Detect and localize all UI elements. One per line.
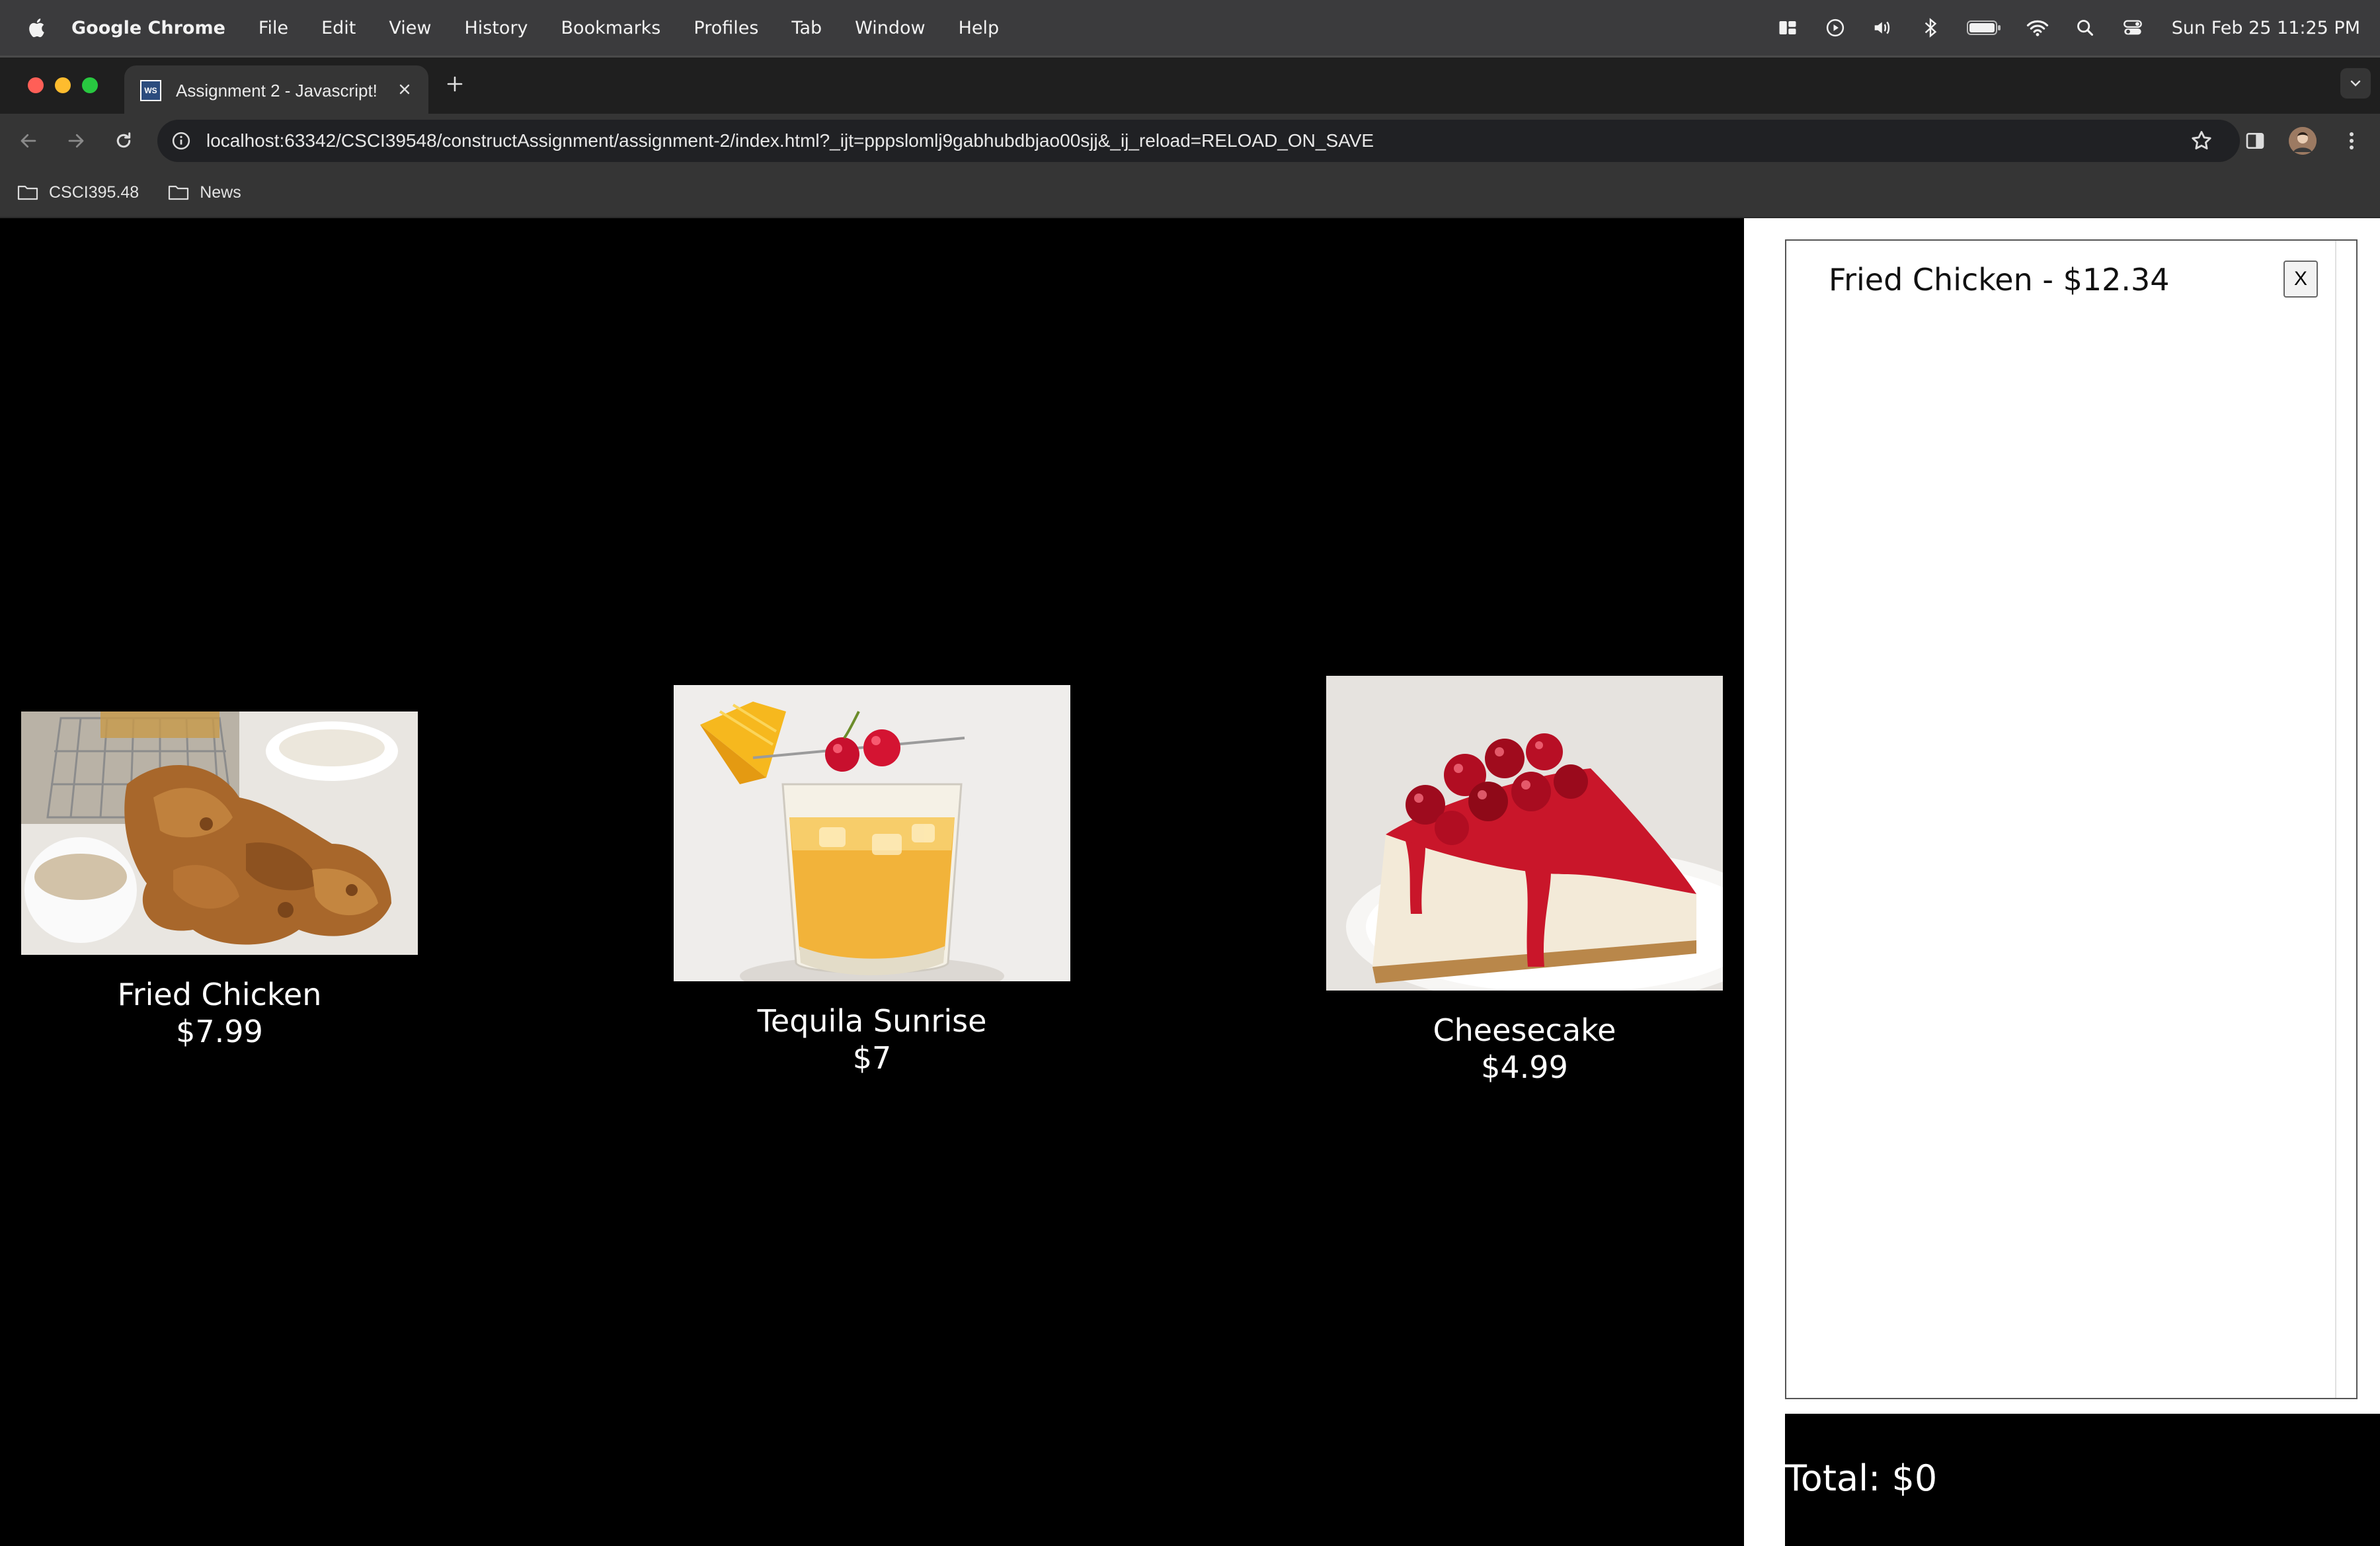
macos-menu-bar: Google Chrome File Edit View History Boo… <box>0 0 2380 56</box>
menu-item-name: Fried Chicken <box>117 977 322 1012</box>
cart-total: Total: $0 <box>1785 1457 1938 1499</box>
tab-title: Assignment 2 - Javascript! <box>176 80 377 101</box>
fried-chicken-image[interactable] <box>21 712 418 955</box>
apple-logo-icon[interactable] <box>26 17 49 39</box>
stage-manager-icon[interactable] <box>1776 17 1799 39</box>
cart-item-label: Fried Chicken - $12.34 <box>1829 262 2170 298</box>
wifi-icon[interactable] <box>2026 17 2049 39</box>
volume-icon[interactable] <box>1872 17 1894 39</box>
chrome-tab-strip: WS Assignment 2 - Javascript! <box>0 56 2380 116</box>
chrome-menu-kebab-icon[interactable] <box>2338 127 2365 155</box>
url-text[interactable]: localhost:63342/CSCI39548/constructAssig… <box>206 130 1374 151</box>
spotlight-search-icon[interactable] <box>2074 17 2096 39</box>
tab-search-chevron-icon[interactable] <box>2340 68 2371 99</box>
tequila-sunrise-image[interactable] <box>674 685 1070 981</box>
tab-close-icon[interactable] <box>394 79 415 100</box>
menu-item-cheesecake[interactable]: Cheesecake $4.99 <box>1326 676 1723 1086</box>
menu-item-tequila-sunrise[interactable]: Tequila Sunrise $7 <box>674 685 1070 1077</box>
folder-icon <box>17 185 38 200</box>
window-controls <box>28 77 109 93</box>
menu-bookmarks[interactable]: Bookmarks <box>561 18 661 38</box>
remove-item-button[interactable]: X <box>2283 261 2318 298</box>
side-panel-icon[interactable] <box>2241 127 2269 155</box>
bookmarks-bar: CSCI395.48 News <box>0 168 2380 218</box>
bluetooth-icon[interactable] <box>1919 17 1942 39</box>
close-window-button[interactable] <box>28 77 44 93</box>
profile-avatar[interactable] <box>2289 127 2317 155</box>
cart-scroll-edge <box>2335 241 2336 1398</box>
menu-item-name: Tequila Sunrise <box>757 1003 987 1039</box>
folder-icon <box>169 185 189 200</box>
menu-item-fried-chicken[interactable]: Fried Chicken $7.99 <box>21 712 418 1050</box>
site-info-icon[interactable] <box>171 130 192 151</box>
cart-total-bar: Total: $0 <box>1785 1414 2380 1546</box>
menu-tab[interactable]: Tab <box>791 18 822 38</box>
reload-icon[interactable] <box>110 127 138 155</box>
browser-tab-active[interactable]: WS Assignment 2 - Javascript! <box>124 65 428 116</box>
minimize-window-button[interactable] <box>55 77 71 93</box>
menu-view[interactable]: View <box>389 18 431 38</box>
forward-arrow-icon[interactable] <box>62 127 90 155</box>
menu-item-price: $4.99 <box>1481 1049 1568 1085</box>
chrome-toolbar: localhost:63342/CSCI39548/constructAssig… <box>0 114 2380 168</box>
menu-item-name: Cheesecake <box>1433 1012 1616 1048</box>
cart-panel: Fried Chicken - $12.34 X Total: $0 <box>1744 218 2380 1546</box>
bookmark-star-icon[interactable] <box>2190 129 2213 153</box>
menubar-clock[interactable]: Sun Feb 25 11:25 PM <box>2172 18 2360 38</box>
page-viewport: Fried Chicken $7.99 Tequila Sunrise $7 C… <box>0 218 2380 1546</box>
menu-file[interactable]: File <box>258 18 288 38</box>
menu-item-price: $7 <box>852 1040 892 1076</box>
bookmark-folder-news[interactable]: News <box>168 183 241 202</box>
menu-history[interactable]: History <box>464 18 528 38</box>
bookmark-folder-csci[interactable]: CSCI395.48 <box>17 183 139 202</box>
cheesecake-image[interactable] <box>1326 676 1723 991</box>
control-center-icon[interactable] <box>2122 17 2144 39</box>
menu-app-name[interactable]: Google Chrome <box>71 18 225 38</box>
webstorm-favicon-icon: WS <box>140 80 161 101</box>
bookmark-label: CSCI395.48 <box>49 183 139 202</box>
zoom-window-button[interactable] <box>82 77 98 93</box>
menu-grid: Fried Chicken $7.99 Tequila Sunrise $7 C… <box>0 218 1744 1546</box>
menu-window[interactable]: Window <box>855 18 925 38</box>
new-tab-plus-icon[interactable] <box>442 71 468 97</box>
battery-icon[interactable] <box>1966 17 2001 39</box>
menu-help[interactable]: Help <box>959 18 1000 38</box>
cart-list: Fried Chicken - $12.34 X <box>1785 239 2358 1399</box>
back-arrow-icon[interactable] <box>15 127 42 155</box>
now-playing-icon[interactable] <box>1824 17 1846 39</box>
bookmark-label: News <box>200 183 241 202</box>
status-area: Sun Feb 25 11:25 PM <box>1751 0 2360 56</box>
menu-profiles[interactable]: Profiles <box>694 18 758 38</box>
address-bar[interactable]: localhost:63342/CSCI39548/constructAssig… <box>157 120 2240 162</box>
menu-item-price: $7.99 <box>176 1014 263 1049</box>
menu-edit[interactable]: Edit <box>321 18 356 38</box>
